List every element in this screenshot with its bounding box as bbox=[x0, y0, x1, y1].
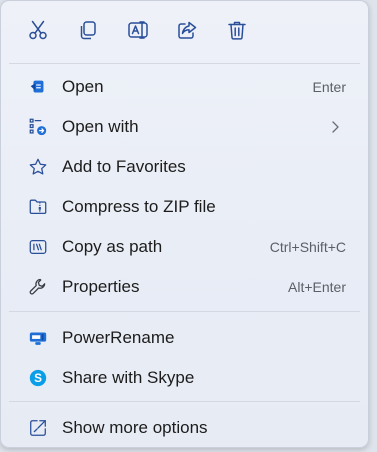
menu-item-properties[interactable]: Properties Alt+Enter bbox=[5, 268, 364, 304]
shortcut-text: Alt+Enter bbox=[288, 279, 346, 295]
shortcut-text: Enter bbox=[312, 79, 346, 95]
context-menu: Open Enter Open with Add to Favorites Co… bbox=[0, 0, 369, 448]
delete-button[interactable] bbox=[220, 15, 254, 49]
more-options-icon bbox=[27, 417, 49, 439]
cut-button[interactable] bbox=[21, 15, 55, 49]
trash-icon bbox=[226, 19, 248, 46]
menu-item-powerrename[interactable]: PowerRename bbox=[5, 319, 364, 355]
menu-item-open[interactable]: Open Enter bbox=[5, 68, 364, 104]
menu-item-label: PowerRename bbox=[62, 328, 175, 347]
svg-text:S: S bbox=[34, 371, 42, 385]
share-button[interactable] bbox=[170, 15, 204, 49]
chevron-right-icon bbox=[332, 121, 339, 133]
menu-item-compress-zip[interactable]: Compress to ZIP file bbox=[5, 188, 364, 224]
skype-icon: S bbox=[27, 367, 49, 389]
rename-icon bbox=[127, 19, 149, 46]
menu-item-label: Open with bbox=[62, 117, 139, 136]
menu-item-label: Add to Favorites bbox=[62, 157, 186, 176]
menu-item-label: Share with Skype bbox=[62, 368, 195, 387]
menu-item-label: Show more options bbox=[62, 418, 208, 437]
menu-item-label: Copy as path bbox=[62, 237, 163, 256]
scissors-icon bbox=[27, 19, 49, 46]
open-app-icon bbox=[27, 76, 49, 98]
menu-item-show-more-options[interactable]: Show more options bbox=[5, 409, 364, 445]
zip-folder-icon bbox=[27, 196, 49, 218]
wrench-icon bbox=[27, 276, 49, 298]
menu-item-label: Properties bbox=[62, 277, 140, 296]
rename-button[interactable] bbox=[121, 15, 155, 49]
open-with-icon bbox=[27, 116, 49, 138]
menu-item-open-with[interactable]: Open with bbox=[5, 108, 364, 144]
powerrename-icon bbox=[27, 327, 49, 349]
menu-item-copy-as-path[interactable]: Copy as path Ctrl+Shift+C bbox=[5, 228, 364, 264]
share-icon bbox=[176, 19, 198, 46]
shortcut-text: Ctrl+Shift+C bbox=[269, 239, 346, 255]
separator bbox=[9, 401, 360, 402]
star-icon bbox=[27, 156, 49, 178]
separator bbox=[9, 63, 360, 64]
separator bbox=[9, 311, 360, 312]
copy-icon bbox=[77, 19, 99, 46]
menu-item-label: Open bbox=[62, 77, 104, 96]
copy-button[interactable] bbox=[71, 15, 105, 49]
context-menu-toolbar bbox=[1, 1, 368, 63]
path-icon bbox=[27, 236, 49, 258]
menu-item-add-to-favorites[interactable]: Add to Favorites bbox=[5, 148, 364, 184]
menu-item-share-skype[interactable]: S Share with Skype bbox=[5, 359, 364, 395]
menu-item-label: Compress to ZIP file bbox=[62, 197, 216, 216]
